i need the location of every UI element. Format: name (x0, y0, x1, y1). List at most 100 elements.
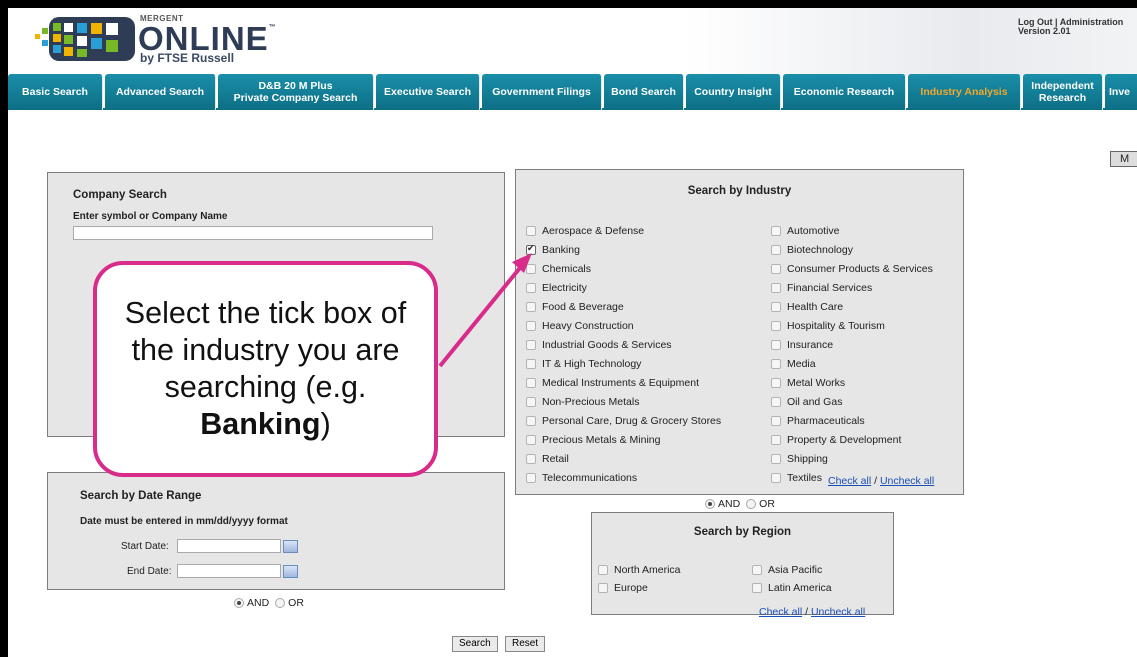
start-date-calendar-icon[interactable] (283, 540, 298, 553)
industry-checkbox[interactable] (771, 359, 781, 369)
industry-checkbox[interactable] (771, 340, 781, 350)
industry-item-non-precious-metals[interactable]: Non-Precious Metals (526, 396, 639, 408)
industry-item-biotechnology[interactable]: Biotechnology (771, 244, 853, 256)
tab-basic-search[interactable]: Basic Search (8, 74, 103, 110)
tab-advanced-search[interactable]: Advanced Search (105, 74, 216, 110)
industry-checkbox[interactable] (771, 473, 781, 483)
region-label: North America (614, 564, 681, 576)
industry-checkbox[interactable] (771, 302, 781, 312)
industry-item-insurance[interactable]: Insurance (771, 339, 833, 351)
industry-checkbox[interactable] (771, 454, 781, 464)
industry-checkbox[interactable] (771, 321, 781, 331)
industry-uncheck-all-link[interactable]: Uncheck all (880, 475, 934, 487)
industry-checkbox[interactable] (771, 397, 781, 407)
industry-checkbox[interactable] (771, 264, 781, 274)
end-date-calendar-icon[interactable] (283, 565, 298, 578)
industry-item-oil-and-gas[interactable]: Oil and Gas (771, 396, 842, 408)
industry-item-heavy-construction[interactable]: Heavy Construction (526, 320, 634, 332)
industry-checkbox[interactable] (526, 340, 536, 350)
region-item-europe[interactable]: Europe (598, 582, 648, 594)
reset-button[interactable]: Reset (505, 636, 546, 652)
tab-inve[interactable]: Inve (1105, 74, 1137, 110)
industry-check-all-link[interactable]: Check all (828, 475, 871, 487)
industry-or-radio[interactable] (746, 499, 757, 509)
industry-item-shipping[interactable]: Shipping (771, 453, 828, 465)
tab-industry-analysis[interactable]: Industry Analysis (908, 74, 1021, 110)
industry-checkbox[interactable] (771, 435, 781, 445)
industry-item-it-high-technology[interactable]: IT & High Technology (526, 358, 641, 370)
industry-item-financial-services[interactable]: Financial Services (771, 282, 872, 294)
tab-dnb-private-company-search[interactable]: D&B 20 M Plus Private Company Search (218, 74, 374, 110)
industry-label: Personal Care, Drug & Grocery Stores (542, 415, 722, 427)
industry-item-health-care[interactable]: Health Care (771, 301, 843, 313)
region-item-north-america[interactable]: North America (598, 564, 681, 576)
industry-checkbox[interactable] (526, 243, 536, 255)
industry-checkbox[interactable] (526, 378, 536, 388)
industry-checkbox[interactable] (526, 302, 536, 312)
industry-checkbox[interactable] (526, 435, 536, 445)
industry-checkbox[interactable] (526, 416, 536, 426)
tab-government-filings[interactable]: Government Filings (482, 74, 602, 110)
industry-and-label: AND (718, 498, 741, 510)
industry-item-textiles[interactable]: Textiles (771, 472, 822, 484)
industry-item-banking[interactable]: Banking (526, 243, 580, 256)
industry-label: Health Care (787, 301, 844, 313)
industry-checkbox[interactable] (526, 321, 536, 331)
region-check-links: Check all / Uncheck all (759, 606, 865, 618)
start-date-input[interactable] (177, 539, 281, 553)
industry-and-radio[interactable] (705, 499, 715, 509)
tab-country-insight[interactable]: Country Insight (686, 74, 781, 110)
region-uncheck-all-link[interactable]: Uncheck all (811, 606, 865, 618)
region-checkbox[interactable] (752, 565, 762, 575)
industry-checkbox[interactable] (526, 283, 536, 293)
industry-item-chemicals[interactable]: Chemicals (526, 263, 591, 275)
industry-item-electricity[interactable]: Electricity (526, 282, 587, 294)
industry-checkbox[interactable] (526, 226, 536, 236)
industry-item-hospitality-tourism[interactable]: Hospitality & Tourism (771, 320, 885, 332)
industry-checkbox[interactable] (771, 226, 781, 236)
industry-checkbox[interactable] (771, 416, 781, 426)
end-date-input[interactable] (177, 564, 281, 578)
region-check-all-link[interactable]: Check all (759, 606, 802, 618)
industry-checkbox[interactable] (526, 264, 536, 274)
industry-checkbox[interactable] (526, 454, 536, 464)
tab-bond-search[interactable]: Bond Search (604, 74, 684, 110)
industry-item-medical-instruments-equipment[interactable]: Medical Instruments & Equipment (526, 377, 699, 389)
region-checkbox[interactable] (752, 583, 762, 593)
region-item-latin-america[interactable]: Latin America (752, 582, 832, 594)
tab-executive-search[interactable]: Executive Search (376, 74, 480, 110)
industry-item-food-beverage[interactable]: Food & Beverage (526, 301, 624, 313)
industry-item-precious-metals-mining[interactable]: Precious Metals & Mining (526, 434, 660, 446)
industry-item-consumer-products-services[interactable]: Consumer Products & Services (771, 263, 933, 275)
industry-item-pharmaceuticals[interactable]: Pharmaceuticals (771, 415, 865, 427)
industry-item-media[interactable]: Media (771, 358, 816, 370)
tab-economic-research[interactable]: Economic Research (783, 74, 906, 110)
industry-item-industrial-goods-services[interactable]: Industrial Goods & Services (526, 339, 672, 351)
industry-label: Textiles (787, 472, 823, 484)
industry-checkbox[interactable] (526, 397, 536, 407)
industry-checkbox[interactable] (526, 359, 536, 369)
industry-item-property-development[interactable]: Property & Development (771, 434, 901, 446)
industry-item-metal-works[interactable]: Metal Works (771, 377, 845, 389)
industry-item-retail[interactable]: Retail (526, 453, 569, 465)
search-button[interactable]: Search (452, 636, 498, 652)
industry-checkbox[interactable] (771, 245, 781, 255)
industry-item-personal-care-drug-grocery-stores[interactable]: Personal Care, Drug & Grocery Stores (526, 415, 721, 427)
industry-checkbox[interactable] (526, 473, 536, 483)
side-button[interactable]: M (1110, 151, 1137, 167)
industry-item-aerospace-defense[interactable]: Aerospace & Defense (526, 225, 644, 237)
date-or-radio[interactable] (275, 598, 286, 608)
industry-label: Property & Development (787, 434, 902, 446)
region-checkbox[interactable] (598, 583, 608, 593)
company-name-input[interactable] (73, 226, 433, 240)
industry-item-automotive[interactable]: Automotive (771, 225, 840, 237)
region-checkbox[interactable] (598, 565, 608, 575)
industry-checkbox[interactable] (771, 283, 781, 293)
industry-checkbox[interactable] (771, 378, 781, 388)
region-item-asia-pacific[interactable]: Asia Pacific (752, 564, 822, 576)
date-and-radio[interactable] (234, 598, 244, 608)
region-panel: Search by Region North America Asia Paci… (591, 512, 894, 618)
mergent-logo-icon[interactable] (33, 14, 137, 64)
industry-item-telecommunications[interactable]: Telecommunications (526, 472, 637, 484)
tab-independent-research[interactable]: Independent Research (1023, 74, 1103, 110)
